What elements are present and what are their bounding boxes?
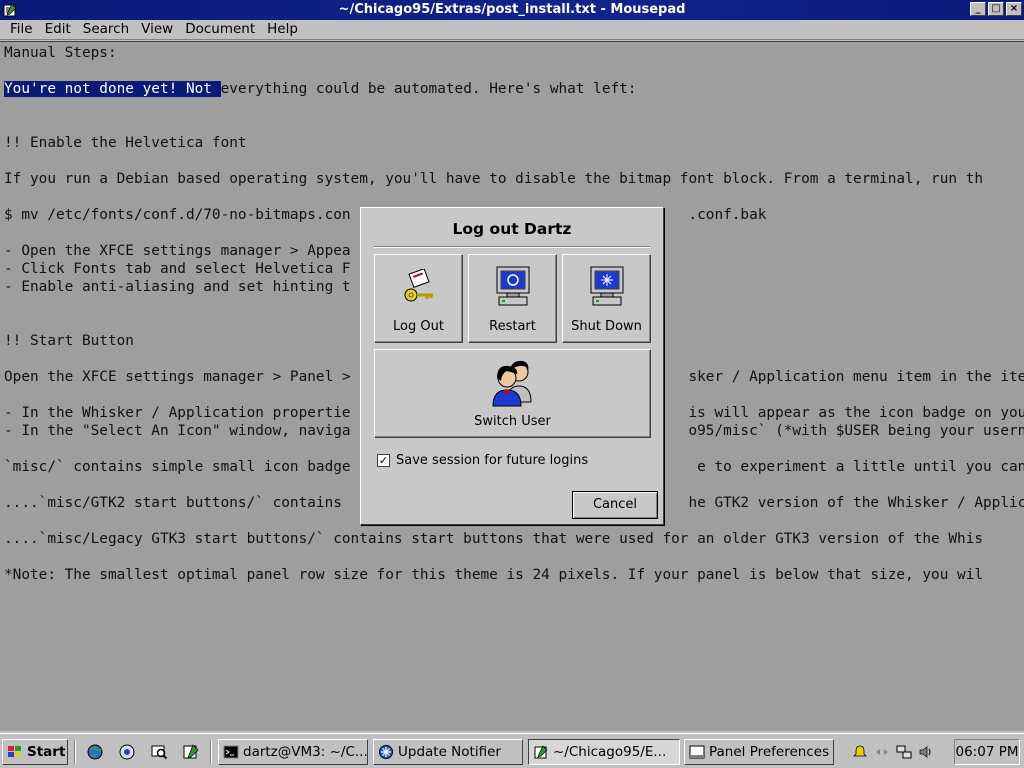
notification-icon[interactable] xyxy=(852,744,868,760)
menu-view[interactable]: View xyxy=(135,20,179,39)
editor-line: - Enable anti-aliasing and set hinting t xyxy=(4,279,351,295)
task-terminal[interactable]: dartz@VM3: ~/C... xyxy=(218,739,368,765)
mousepad-icon xyxy=(534,745,548,759)
task-label: Panel Preferences xyxy=(709,744,830,760)
menu-file[interactable]: File xyxy=(4,20,39,39)
terminal-icon xyxy=(223,745,239,759)
task-label: dartz@VM3: ~/C... xyxy=(243,744,368,760)
task-update-notifier[interactable]: Update Notifier xyxy=(373,739,523,765)
task-label: ~/Chicago95/E... xyxy=(553,744,667,760)
editor-line: !! Start Button xyxy=(4,333,134,349)
task-mousepad[interactable]: ~/Chicago95/E... xyxy=(528,739,680,765)
window-titlebar[interactable]: ~/Chicago95/Extras/post_install.txt - Mo… xyxy=(0,0,1024,20)
find-files-icon[interactable] xyxy=(150,743,168,761)
save-session-label: Save session for future logins xyxy=(396,453,589,468)
close-button[interactable]: × xyxy=(1006,2,1022,16)
switch-user-button[interactable]: Switch User xyxy=(374,349,651,438)
save-session-option[interactable]: ✓ Save session for future logins xyxy=(377,453,588,468)
shut-down-button[interactable]: Shut Down xyxy=(562,254,651,343)
menu-search[interactable]: Search xyxy=(77,20,135,39)
network-icon[interactable] xyxy=(896,744,912,760)
task-panel-preferences[interactable]: Panel Preferences xyxy=(684,739,834,765)
editor-line: - Click Fonts tab and select Helvetica F xyxy=(4,261,351,277)
menu-help[interactable]: Help xyxy=(261,20,304,39)
panel-icon xyxy=(689,745,705,759)
shut-down-label: Shut Down xyxy=(571,319,642,334)
editor-line: You're not done yet! Not everything coul… xyxy=(4,80,636,98)
dialog-title: Log out Dartz xyxy=(452,220,572,238)
selected-text: You're not done yet! Not xyxy=(4,81,221,97)
editor-line: *Note: The smallest optimal panel row si… xyxy=(4,567,984,583)
editor-line: ....`misc/Legacy GTK3 start buttons/` co… xyxy=(4,531,984,547)
save-session-checkbox[interactable]: ✓ xyxy=(377,454,390,467)
menu-bar: File Edit Search View Document Help xyxy=(0,20,1024,40)
menu-edit[interactable]: Edit xyxy=(39,20,77,39)
text-editor-icon[interactable] xyxy=(182,743,200,761)
editor-line: Manual Steps: xyxy=(4,45,117,61)
restart-label: Restart xyxy=(489,319,536,334)
dialog-separator xyxy=(374,246,650,248)
start-label: Start xyxy=(27,744,66,760)
volume-icon[interactable] xyxy=(918,744,934,760)
browser-icon[interactable] xyxy=(86,743,104,761)
update-icon xyxy=(379,745,393,759)
menu-document[interactable]: Document xyxy=(179,20,261,39)
log-out-label: Log Out xyxy=(393,319,444,334)
maximize-button[interactable]: □ xyxy=(988,2,1004,16)
line-text: everything could be automated. Here's wh… xyxy=(220,81,637,97)
system-tray xyxy=(846,739,950,765)
log-out-button[interactable]: Log Out xyxy=(374,254,463,343)
users-icon xyxy=(491,360,532,407)
task-label: Update Notifier xyxy=(398,744,501,760)
system-icon[interactable] xyxy=(118,743,136,761)
logout-dialog: Log out Dartz Log Out Restart Shut Down … xyxy=(360,207,664,525)
cancel-button[interactable]: Cancel xyxy=(572,491,658,519)
start-button[interactable]: Start xyxy=(2,739,68,765)
editor-line: If you run a Debian based operating syst… xyxy=(4,171,984,187)
network-arrows-icon[interactable] xyxy=(874,744,890,760)
shutdown-computer-icon xyxy=(590,266,623,306)
switch-user-label: Switch User xyxy=(474,414,551,429)
restart-button[interactable]: Restart xyxy=(468,254,557,343)
taskbar-separator xyxy=(74,740,76,764)
key-icon xyxy=(404,269,433,302)
minimize-button[interactable]: _ xyxy=(970,2,986,16)
taskbar: Start dartz@VM3: ~/C... Update Notifier xyxy=(0,733,1024,768)
editor-line: - Open the XFCE settings manager > Appea xyxy=(4,243,351,259)
windows-logo-icon xyxy=(8,746,21,757)
clock[interactable]: 06:07 PM xyxy=(954,739,1020,765)
window-title: ~/Chicago95/Extras/post_install.txt - Mo… xyxy=(338,2,686,17)
restart-computer-icon xyxy=(496,266,529,306)
taskbar-separator xyxy=(210,740,212,764)
editor-line: !! Enable the Helvetica font xyxy=(4,135,247,151)
